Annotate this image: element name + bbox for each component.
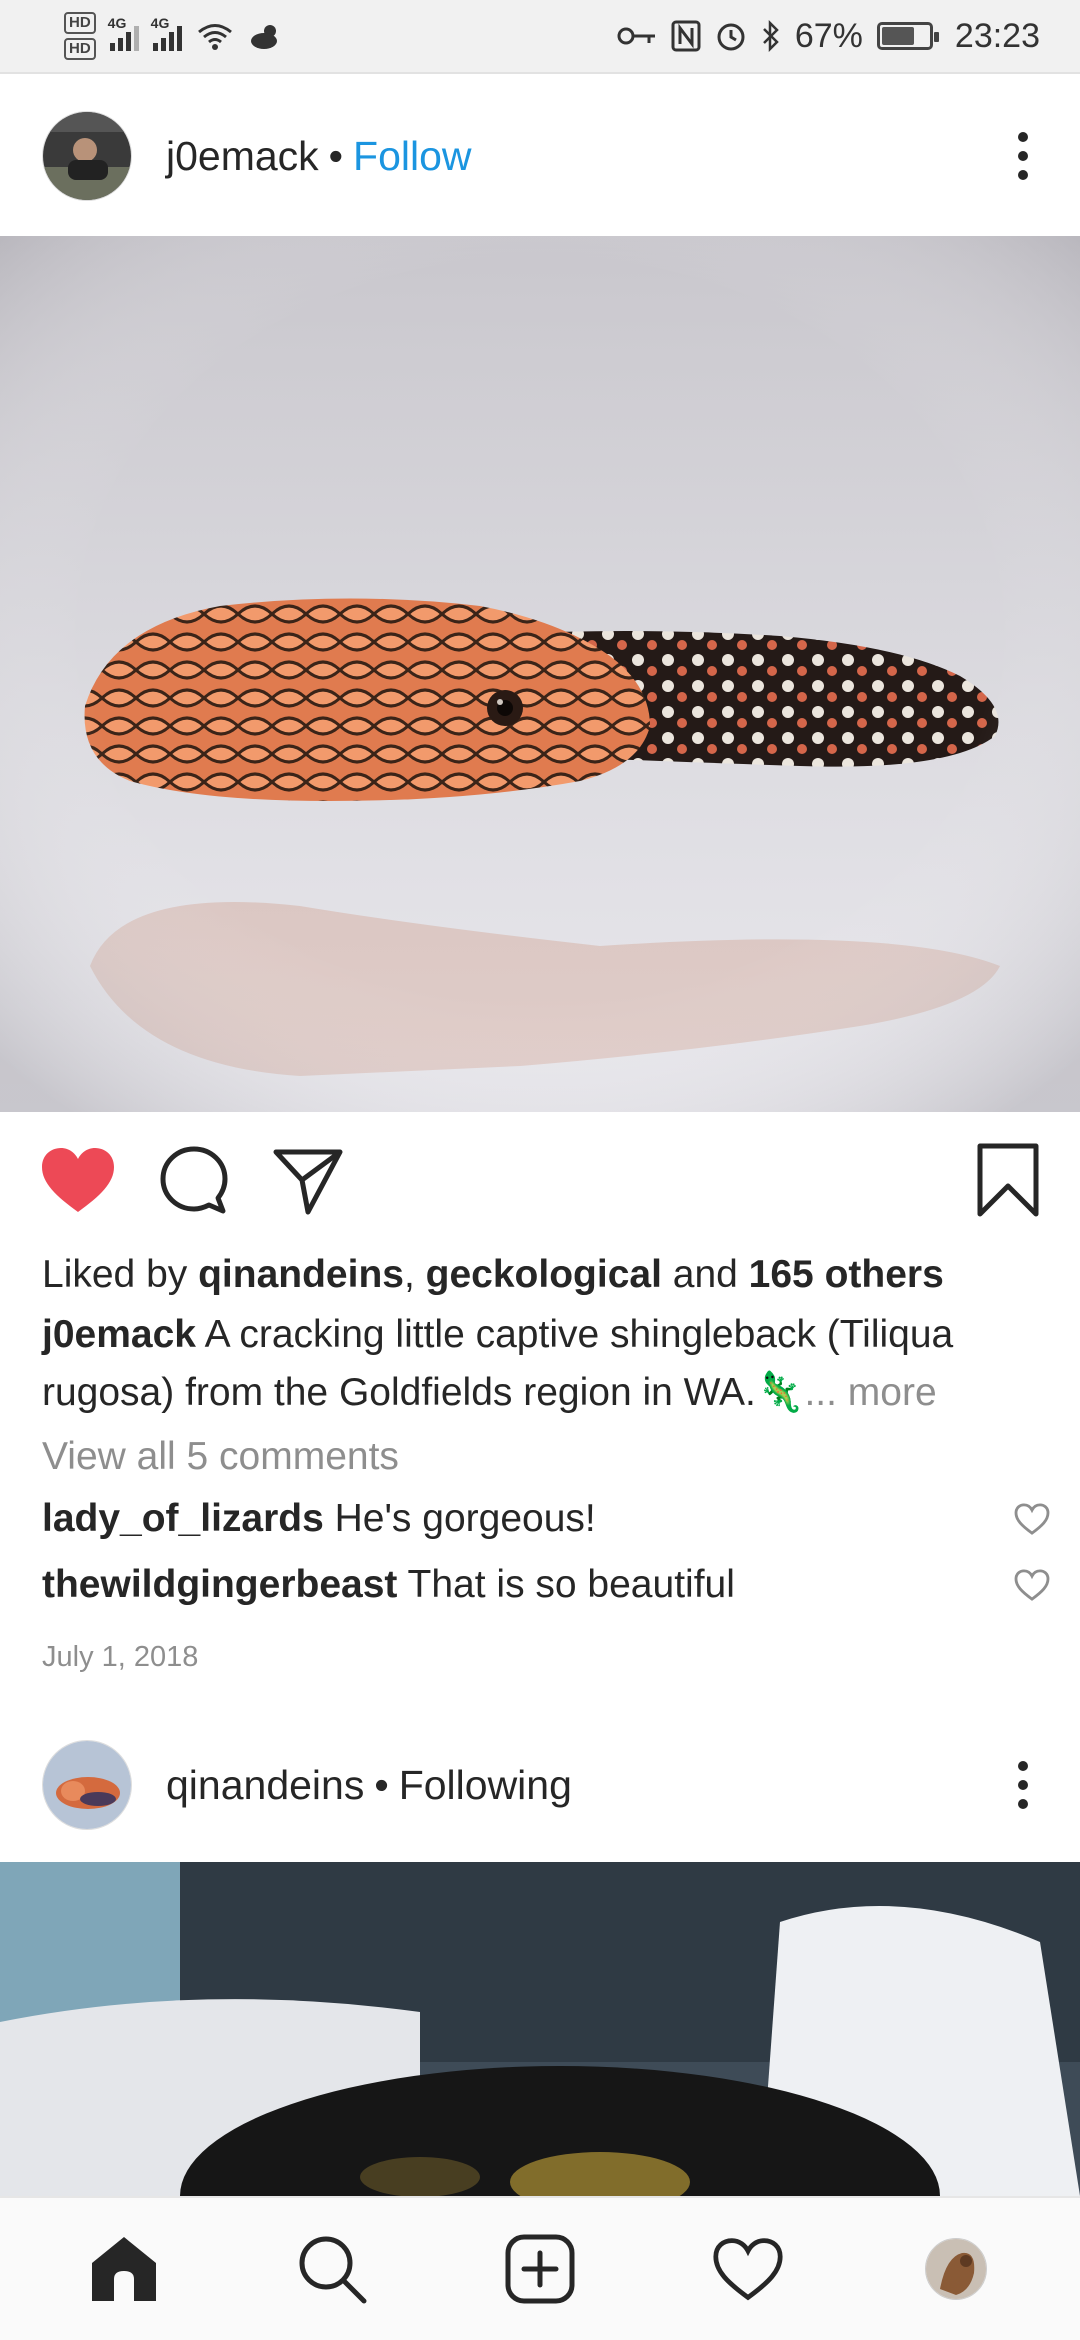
post-username[interactable]: qinandeins [166,1762,364,1809]
post-caption: j0emack A cracking little captive shingl… [42,1306,1042,1422]
post-header-text: qinandeins • Following [166,1762,572,1809]
post-image[interactable] [0,236,1080,1112]
share-send-icon[interactable] [272,1144,344,1216]
battery-percent: 67% [794,16,863,55]
liker-separator: , [403,1253,415,1296]
nav-profile[interactable] [896,2209,1016,2329]
avatar-image [43,112,131,200]
hd-badge-2: HD [64,38,96,60]
status-bar-right: 67% 23:23 [617,17,1040,56]
post-header: j0emack • Follow [0,76,1080,236]
profile-avatar [925,2238,987,2300]
avatar[interactable] [42,1740,132,1830]
comment-like-heart-icon[interactable] [990,1569,1050,1601]
hd-indicators: HD HD [64,12,96,60]
view-all-comments-link[interactable]: View all 5 comments [42,1428,1042,1486]
nav-new-post[interactable] [480,2209,600,2329]
liker-link[interactable]: geckological [426,1253,662,1296]
clock-time: 23:23 [954,16,1040,55]
signal-2-icon: 4G [151,15,182,51]
shingleback-lizard-photo [0,236,1080,1112]
post-date: July 1, 2018 [42,1641,199,1673]
post-actions [0,1130,1080,1230]
battery-level-fill [881,27,915,45]
status-bar-left: HD HD 4G 4G [64,12,284,60]
comment-item: thewildgingerbeast That is so beautiful [42,1556,1050,1614]
like-heart-icon[interactable] [40,1146,116,1214]
avatar-image [43,1741,131,1829]
header-separator: • [374,1761,389,1808]
follow-button[interactable]: Follow [353,133,471,180]
status-bar: HD HD 4G 4G 67% 23:23 [0,0,1080,74]
comment-username[interactable]: lady_of_lizards [42,1497,324,1540]
likes-others-link[interactable]: 165 others [749,1253,944,1296]
comment-text: That is so beautiful [407,1563,735,1606]
activity-heart-icon [713,2238,783,2301]
comment-text: He's gorgeous! [334,1497,596,1540]
network-type-1: 4G [107,15,127,31]
post-image[interactable] [0,1862,1080,2196]
more-options-icon[interactable] [1008,122,1038,190]
likes-prefix: Liked by [42,1253,188,1296]
comment-like-heart-icon[interactable] [990,1503,1050,1535]
nav-search[interactable] [272,2209,392,2329]
search-icon [299,2236,367,2304]
comment-icon[interactable] [158,1144,230,1216]
likes-and: and [672,1253,738,1296]
nav-activity[interactable] [688,2209,808,2329]
hd-badge-1: HD [64,12,96,34]
likes-summary: Liked by qinandeins, geckological and 16… [42,1246,1042,1304]
comment-username[interactable]: thewildgingerbeast [42,1563,397,1606]
caption-more-link[interactable]: ... more [804,1371,936,1414]
battery-icon [876,22,939,50]
home-icon [92,2237,156,2301]
nfc-icon [671,20,701,52]
comment-item: lady_of_lizards He's gorgeous! [42,1490,1050,1548]
wifi-icon [197,24,232,50]
liker-link[interactable]: qinandeins [198,1253,404,1296]
bottom-navigation [0,2196,1080,2340]
avatar[interactable] [42,111,132,201]
second-post-photo [0,1862,1080,2196]
post-header: qinandeins • Following [0,1705,1080,1865]
lizard-emoji-icon: 🦎 [755,1371,805,1414]
following-button[interactable]: Following [399,1762,572,1809]
weather-icon [250,25,277,49]
post-header-text: j0emack • Follow [166,133,472,180]
bluetooth-icon [762,20,779,52]
signal-1-icon: 4G [108,15,139,51]
instagram-feed-screen: HD HD 4G 4G 67% 23:23 j0emack • Follow L… [0,0,1080,2340]
post-username[interactable]: j0emack [166,133,319,180]
new-post-icon [505,2234,575,2304]
network-type-2: 4G [150,15,170,31]
key-icon [617,27,655,45]
bookmark-icon[interactable] [976,1142,1040,1218]
header-separator: • [328,132,344,179]
more-options-icon[interactable] [1008,1751,1038,1819]
nav-home[interactable] [64,2209,184,2329]
alarm-icon [717,23,745,51]
caption-username[interactable]: j0emack [42,1313,196,1356]
